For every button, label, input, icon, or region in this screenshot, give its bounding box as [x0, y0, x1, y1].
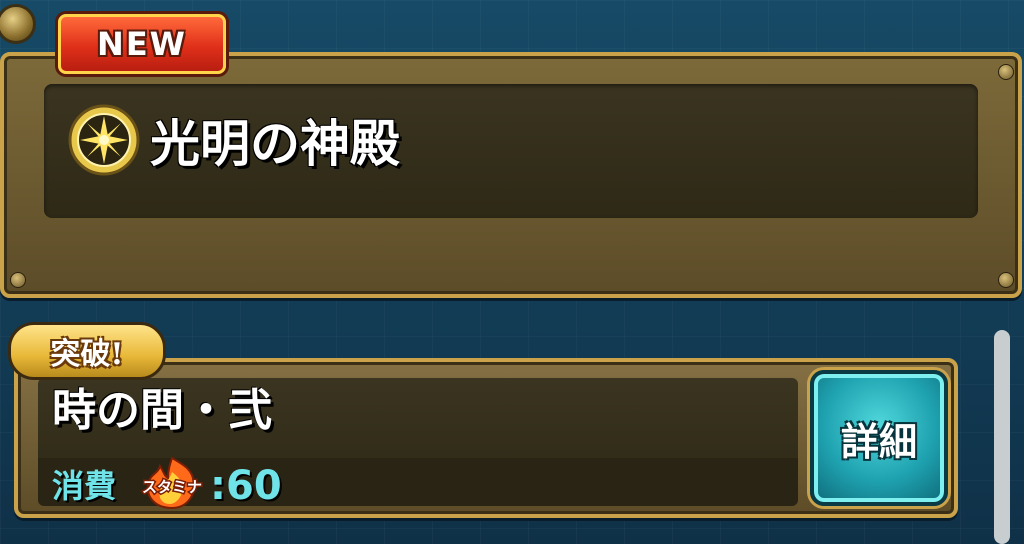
scrollbar[interactable]: [994, 330, 1010, 544]
cost-value: :60: [210, 463, 282, 509]
cost-label: 消費: [52, 467, 117, 505]
rivet-icon: [998, 64, 1014, 80]
stage-name: 時の間・弐: [52, 385, 272, 436]
rivet-icon: [10, 272, 26, 288]
rivet-icon: [998, 272, 1014, 288]
banner-knob-icon: [0, 4, 36, 44]
svg-text:スタミナ: スタミナ: [142, 478, 202, 496]
stamina-icon: スタミナ: [140, 456, 204, 510]
new-badge: NEW: [58, 14, 226, 74]
breakthrough-badge: 突破!: [8, 322, 166, 380]
detail-button[interactable]: 詳細: [810, 370, 948, 506]
light-element-icon: [68, 104, 140, 176]
quest-title: 光明の神殿: [150, 114, 400, 173]
